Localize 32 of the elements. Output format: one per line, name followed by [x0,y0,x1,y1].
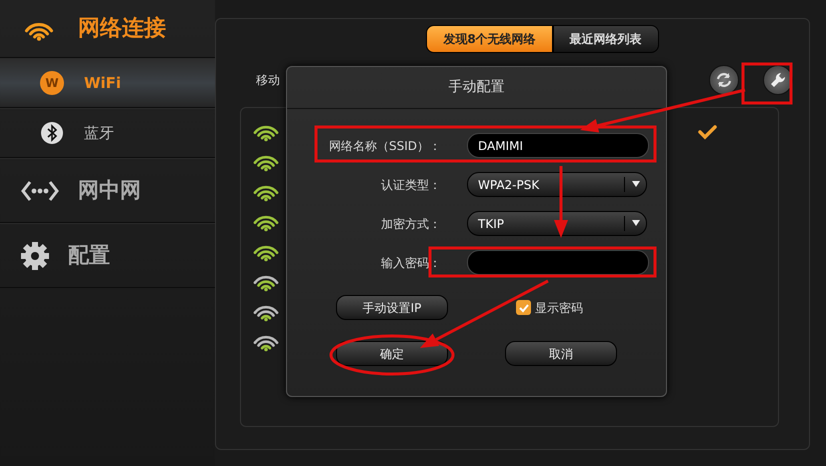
dropdown[interactable]: TKIP [467,211,647,236]
section-label: 移动 [256,72,280,89]
sidebar-item[interactable]: 配置 [0,223,215,288]
field-label: 输入密码： [380,254,441,272]
ok-button[interactable]: 确定 [336,341,448,366]
input-field[interactable] [467,250,649,275]
sidebar-item[interactable]: W WiFi [0,58,215,108]
dialog-title: 手动配置 [448,78,504,97]
sidebar-item[interactable]: 蓝牙 [0,108,215,158]
input-field[interactable]: DAMIMI [467,133,649,158]
tab[interactable]: 发现8个无线网络 [426,25,553,53]
sidebar-item[interactable]: 网中网 [0,158,215,223]
field-label: 网络名称（SSID）： [328,138,441,154]
annotation-box [742,62,792,104]
caret-icon [632,181,640,188]
checkbox-label: 显示密码 [535,300,583,316]
manual-ip-button[interactable]: 手动设置IP [336,295,448,320]
refresh-icon [714,70,734,90]
bluetooth-icon [40,121,64,145]
sidebar-title: 网络连接 [78,15,166,43]
field-label: 加密方式： [380,216,441,232]
tab[interactable]: 最近网络列表 [552,25,659,53]
tick-icon [518,302,530,312]
wifi-badge: W [40,71,64,95]
settings-icon [20,240,50,270]
refresh-button[interactable] [709,65,739,95]
caret-icon [632,220,640,226]
checkbox[interactable] [516,300,531,315]
cancel-button[interactable]: 取消 [505,341,617,366]
dropdown[interactable]: WPA2-PSK [467,172,647,197]
annotation-arrow [554,166,568,238]
field-label: 认证类型： [380,176,441,194]
